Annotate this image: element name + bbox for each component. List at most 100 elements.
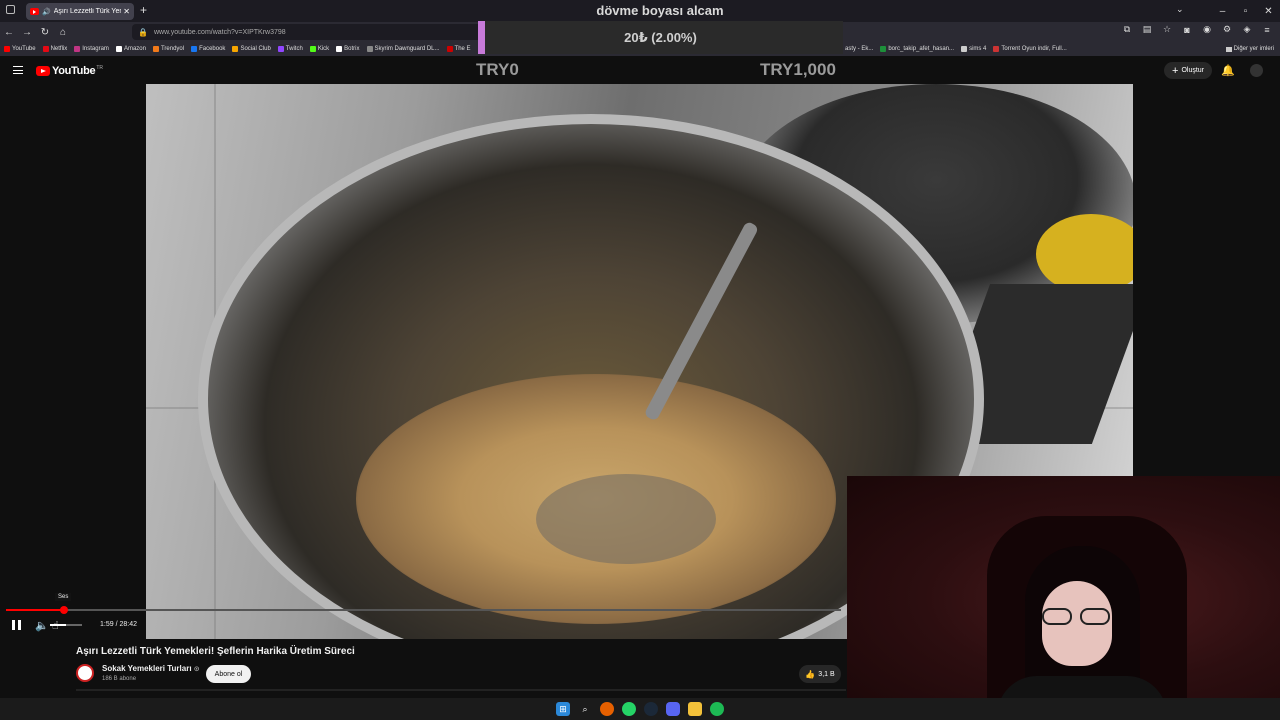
bookmark-label: Twitch: [285, 46, 303, 52]
mouse-cursor-icon: ☝: [52, 620, 59, 632]
bookmark-item[interactable]: Twitch: [277, 46, 303, 52]
bookmark-label: Trendyol: [160, 46, 185, 52]
steam-icon[interactable]: [644, 702, 658, 716]
logo-region: TR: [96, 65, 103, 71]
tab-list-icon[interactable]: [6, 5, 15, 14]
bookmark-item[interactable]: Netflix: [42, 46, 68, 52]
firefox-icon[interactable]: [600, 702, 614, 716]
webcam-glasses: [1040, 608, 1114, 626]
discord-icon[interactable]: [666, 702, 680, 716]
progress-bar[interactable]: [6, 606, 841, 614]
camera-icon[interactable]: ◙: [1180, 25, 1194, 35]
speaker-icon[interactable]: 🔊: [42, 8, 51, 16]
whatsapp-icon[interactable]: [622, 702, 636, 716]
progress-played: [6, 609, 64, 611]
bookmark-label: Social Club: [240, 46, 271, 52]
file-explorer-icon[interactable]: [688, 702, 702, 716]
other-bookmarks[interactable]: Diğer yer imleri: [1225, 42, 1274, 56]
webcam-overlay: [847, 476, 1280, 720]
window-controls: – ▫ ✕: [1211, 0, 1280, 22]
volume-tooltip: Ses: [55, 593, 72, 601]
bookmark-item[interactable]: asty - Ek...: [845, 46, 873, 52]
extensions-icon[interactable]: ⚙: [1220, 24, 1234, 35]
screenshot-icon[interactable]: ⧉: [1120, 24, 1134, 35]
bookmark-favicon-icon: [993, 46, 1000, 52]
volume-icon[interactable]: 🔈: [35, 619, 49, 632]
bookmark-item[interactable]: Facebook: [191, 46, 225, 52]
bookmark-label: Amazon: [123, 46, 146, 52]
forward-icon[interactable]: →: [18, 27, 36, 38]
bookmark-favicon-icon: [880, 46, 887, 52]
bookmark-label: Netflix: [50, 46, 68, 52]
minimize-icon[interactable]: –: [1211, 6, 1234, 17]
new-tab-button[interactable]: +: [140, 3, 147, 17]
bookmark-item[interactable]: Social Club: [232, 46, 271, 52]
bookmark-label: YouTube: [12, 46, 36, 52]
subscribe-button[interactable]: Abone ol: [206, 665, 251, 683]
channel-name-text: Sokak Yemekleri Turları: [102, 664, 192, 673]
bookmark-favicon-icon: [152, 46, 159, 52]
channel-avatar[interactable]: [76, 664, 94, 682]
reader-icon[interactable]: ▤: [1140, 24, 1154, 35]
bookmark-item[interactable]: YouTube: [4, 46, 36, 52]
bookmark-item[interactable]: sims 4: [961, 46, 986, 52]
bookmark-favicon-icon: [446, 46, 453, 52]
bookmark-item[interactable]: Botrix: [336, 46, 360, 52]
stream-goal-bar: 20₺ (2.00%): [478, 21, 843, 54]
bookmark-label: Instagram: [82, 46, 109, 52]
bell-icon[interactable]: 🔔: [1221, 64, 1235, 77]
plus-icon: +: [1172, 64, 1179, 77]
glasses-lens-right: [1080, 608, 1110, 625]
spotify-icon[interactable]: [710, 702, 724, 716]
bookmark-star-icon[interactable]: ☆: [1160, 24, 1174, 35]
chevron-down-icon[interactable]: ⌄: [1176, 4, 1184, 15]
youtube-header: YouTube TR + Oluştur 🔔: [0, 56, 1280, 84]
bookmark-label: sims 4: [969, 46, 987, 52]
create-button[interactable]: + Oluştur: [1164, 62, 1212, 79]
like-count: 3,1 B: [818, 670, 835, 678]
reload-icon[interactable]: ↻: [36, 27, 54, 38]
bookmark-label: The E: [454, 46, 471, 52]
shield-icon[interactable]: ◉: [1200, 24, 1214, 35]
bookmark-favicon-icon: [366, 46, 373, 52]
search-icon[interactable]: ⌕: [578, 702, 592, 716]
logo-text: YouTube: [52, 65, 96, 77]
youtube-logo[interactable]: YouTube TR: [36, 65, 103, 77]
close-icon[interactable]: ✕: [1257, 6, 1280, 17]
browser-tab[interactable]: 🔊 Aşırı Lezzetli Türk Yemekleri ✕: [26, 3, 134, 20]
maximize-icon[interactable]: ▫: [1234, 6, 1257, 17]
pause-button[interactable]: [12, 620, 21, 630]
like-button[interactable]: 👍 3,1 B: [799, 665, 841, 683]
video-food-center: [536, 474, 716, 564]
bookmark-label: Botrix: [344, 46, 360, 52]
home-icon[interactable]: ⌂: [54, 27, 72, 38]
bookmark-item[interactable]: borc_takip_afet_hasan...: [880, 46, 954, 52]
bookmark-item[interactable]: Kick: [309, 46, 329, 52]
glasses-lens-left: [1042, 608, 1072, 625]
back-icon[interactable]: ←: [0, 27, 18, 38]
bookmark-favicon-icon: [42, 46, 49, 52]
youtube-play-icon: [36, 66, 50, 76]
windows-start-icon[interactable]: ⊞: [556, 702, 570, 716]
bookmarks-right-group: asty - Ek... borc_takip_afet_hasan... si…: [845, 42, 1074, 56]
bookmark-item[interactable]: The E: [446, 46, 471, 52]
bookmark-item[interactable]: Skyrim Dawnguard DL...: [366, 46, 440, 52]
bookmark-favicon-icon: [309, 46, 316, 52]
bookmark-label: borc_takip_afet_hasan...: [888, 46, 955, 52]
tab-close-icon[interactable]: ✕: [123, 7, 130, 16]
bookmark-item[interactable]: Instagram: [74, 46, 109, 52]
progress-scrubber[interactable]: [59, 606, 68, 614]
stream-goal-title: dövme boyası alcam: [596, 3, 724, 18]
bookmark-favicon-icon: [232, 46, 239, 52]
stream-goal-min: TRY0: [476, 60, 519, 79]
create-label: Oluştur: [1181, 67, 1204, 74]
hamburger-menu-icon[interactable]: [13, 66, 23, 74]
divider: [76, 689, 846, 691]
bookmark-item[interactable]: Torrent Oyun indir, Full...: [993, 46, 1067, 52]
avatar[interactable]: [1250, 64, 1263, 77]
profile-icon[interactable]: ◈: [1240, 24, 1254, 35]
bookmark-item[interactable]: Amazon: [115, 46, 146, 52]
channel-name[interactable]: Sokak Yemekleri Turları ⊙: [102, 664, 200, 673]
bookmark-item[interactable]: Trendyol: [152, 46, 185, 52]
menu-icon[interactable]: ≡: [1260, 25, 1274, 35]
